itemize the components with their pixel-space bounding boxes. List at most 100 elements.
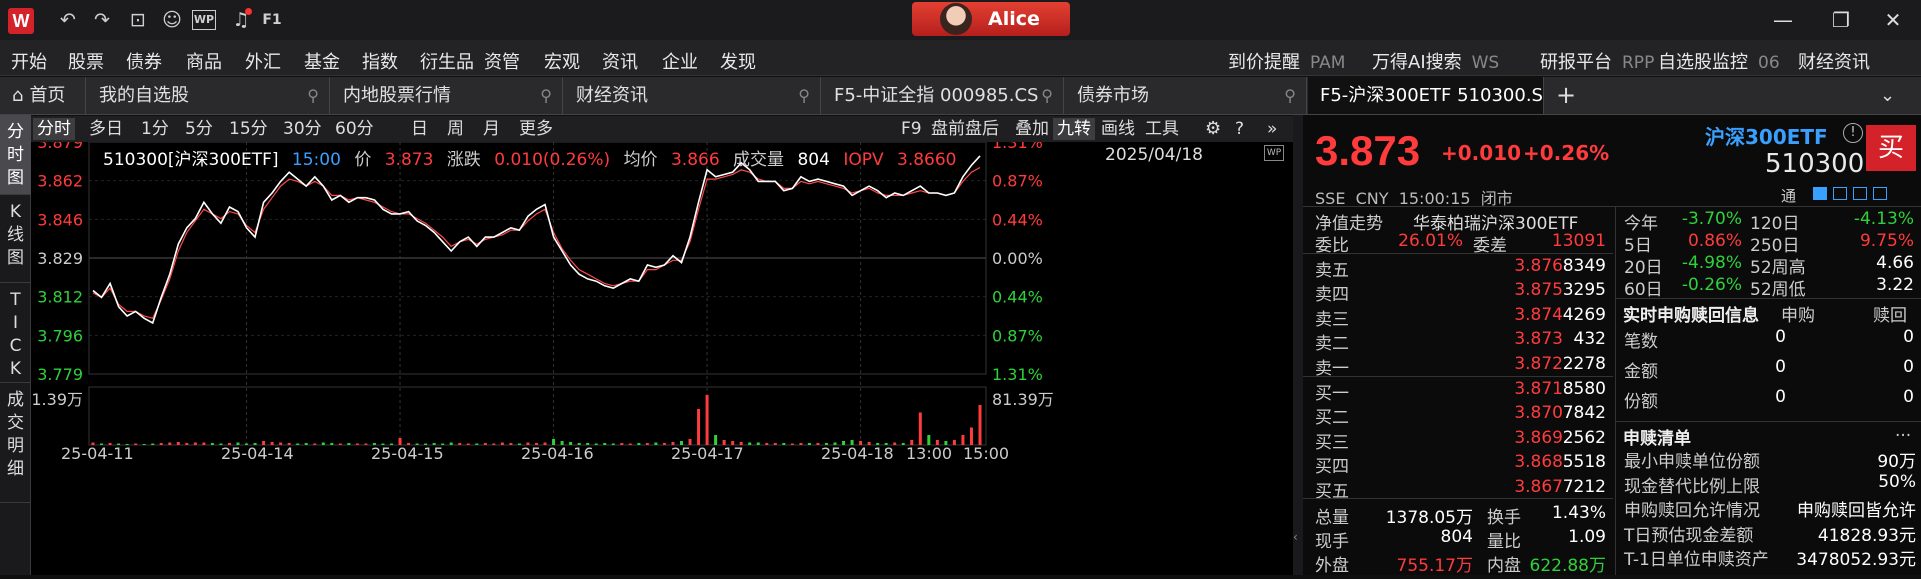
chart-tool-button-3[interactable]: 九转 [1053,118,1095,140]
period-button-7[interactable]: 日 [407,118,432,140]
bid-row[interactable]: 买二 3.870 7842 [1303,403,1613,428]
chart-tool-button-5[interactable]: 工具 [1141,118,1183,140]
f1-icon[interactable]: F1 [258,7,286,33]
menu-item-4[interactable]: 外汇 [245,48,281,74]
tab-6[interactable]: F5-沪深300ETF 510300.S [1308,77,1544,114]
period-button-3[interactable]: 5分 [181,118,217,140]
ask-row[interactable]: 卖三 3.874 4269 [1303,305,1613,330]
menu-item-12[interactable]: 发现 [720,48,756,74]
menu-item-9[interactable]: 宏观 [544,48,580,74]
close-icon[interactable]: ✕ [1876,6,1910,34]
more-icon[interactable]: ... [1895,421,1911,441]
y-tick-left: 3.846 [37,210,83,229]
chart-mode-tab-0[interactable]: 分时图 [0,115,31,195]
volume-bar [91,442,95,445]
ask-row[interactable]: 卖五 3.876 8349 [1303,256,1613,281]
chart-tool-button-0[interactable]: F9 [897,118,926,140]
pin-icon[interactable]: ⚲ [307,77,319,114]
info-icon[interactable]: ! [1843,123,1863,143]
chart-mode-tab-2[interactable]: TICK [0,283,31,383]
bid-row[interactable]: 买四 3.868 5518 [1303,452,1613,477]
panel-divider[interactable] [1293,115,1303,575]
period-button-1[interactable]: 多日 [85,118,127,140]
chevron-down-icon[interactable]: ⌄ [1880,77,1895,114]
volume-bar [969,427,973,445]
menu-right-item-1[interactable]: 万得AI搜索 WS [1372,48,1499,74]
restore-icon[interactable]: ❐ [1824,6,1858,34]
period-button-10[interactable]: 更多 [515,118,557,140]
tab-0[interactable]: ⌂ 首页 [0,77,86,114]
period-button-8[interactable]: 周 [443,118,468,140]
tab-4[interactable]: F5-中证全指 000985.CS ⚲ [822,77,1064,114]
menu-item-1[interactable]: 股票 [68,48,104,74]
chat-icon[interactable]: ☺ [158,7,186,33]
menu-item-8[interactable]: 资管 [484,48,520,74]
period-button-9[interactable]: 月 [479,118,504,140]
stat-value: 804 [1440,527,1473,547]
list-label: 最小申赎单位份额 [1624,452,1760,472]
tab-2[interactable]: 内地股票行情 ⚲ [331,77,563,114]
minimize-icon[interactable]: — [1766,6,1800,34]
pin-icon[interactable]: ⚲ [1041,77,1053,114]
ask-row[interactable]: 卖四 3.875 3295 [1303,280,1613,305]
user-account[interactable]: Alice [912,2,1070,36]
menu-item-6[interactable]: 指数 [362,48,398,74]
perf-value: -4.98% [1681,253,1742,273]
wp-icon[interactable]: WP [192,10,216,30]
intraday-chart[interactable]: 3.879 1.31% 3.862 0.87% 3.846 0.44% 3.829 0.00%… [21,133,1293,575]
chart-tool-button-1[interactable]: 盘前盘后 [927,118,1003,140]
period-button-5[interactable]: 30分 [279,118,326,140]
back-icon[interactable]: ↶ [54,7,82,33]
list-icon[interactable] [1873,187,1887,200]
crop-icon[interactable]: ⊡ [124,7,152,33]
edit-icon[interactable] [1813,187,1827,200]
bid-row[interactable]: 买三 3.869 2562 [1303,428,1613,453]
period-button-6[interactable]: 60分 [331,118,378,140]
pin-icon[interactable]: ⚲ [798,77,810,114]
menu-item-2[interactable]: 债券 [126,48,162,74]
chart-tool-button-2[interactable]: 叠加 [1011,118,1053,140]
expand-icon[interactable]: ‹ [1293,530,1303,544]
volume-bar [850,440,854,445]
tab-3[interactable]: 财经资讯 ⚲ [564,77,821,114]
settings-icon[interactable]: ⚙ [1201,118,1225,140]
wind-logo[interactable]: W [8,8,34,34]
period-button-4[interactable]: 15分 [225,118,272,140]
ask-row[interactable]: 卖二 3.873 432 [1303,329,1613,354]
menu-item-0[interactable]: 开始 [11,48,47,74]
menu-item-10[interactable]: 资讯 [602,48,638,74]
menu-right-item-4[interactable]: 财经资讯 [1798,48,1870,74]
ask-row[interactable]: 卖一 3.872 2278 [1303,354,1613,379]
volume-bar [509,443,513,445]
menu-item-3[interactable]: 商品 [186,48,222,74]
tab-5[interactable]: 债券市场 ⚲ [1065,77,1307,114]
menu-right-item-2[interactable]: 研报平台 RPP [1540,48,1654,74]
help-icon[interactable]: ? [1231,118,1248,140]
buy-button[interactable]: 买 [1866,125,1916,171]
pin-icon[interactable]: ⚲ [1284,77,1296,114]
period-button-2[interactable]: 1分 [137,118,173,140]
fund-short-name[interactable]: 沪深300ETF [1705,121,1828,150]
window-icon[interactable] [1853,187,1867,200]
bid-row[interactable]: 买五 3.867 7212 [1303,477,1613,502]
chart-tool-button-4[interactable]: 画线 [1097,118,1139,140]
menu-item-5[interactable]: 基金 [304,48,340,74]
y-tick-left: 3.812 [37,288,83,307]
wp-icon[interactable]: WP [1264,145,1284,161]
pin-icon[interactable]: ⚲ [540,77,552,114]
period-button-0[interactable]: 分时 [33,118,75,140]
forward-icon[interactable]: ↷ [88,7,116,33]
menu-item-7[interactable]: 衍生品 [420,48,474,74]
chart-mode-tab-1[interactable]: K线图 [0,195,31,283]
y-tick-left: 3.796 [37,326,83,345]
menu-right-item-3[interactable]: 自选股监控 06 [1658,48,1780,74]
bid-row[interactable]: 买一 3.871 8580 [1303,379,1613,404]
add-tab-button[interactable]: + [1556,77,1576,114]
collapse-icon[interactable]: » [1263,118,1281,140]
tab-1[interactable]: 我的自选股 ⚲ [87,77,330,114]
chart-icon[interactable] [1833,187,1847,200]
chart-mode-tab-3[interactable]: 成交明细 [0,383,31,503]
stat-value: 622.88万 [1529,556,1606,576]
menu-item-11[interactable]: 企业 [662,48,698,74]
menu-right-item-0[interactable]: 到价提醒 PAM [1228,48,1345,74]
